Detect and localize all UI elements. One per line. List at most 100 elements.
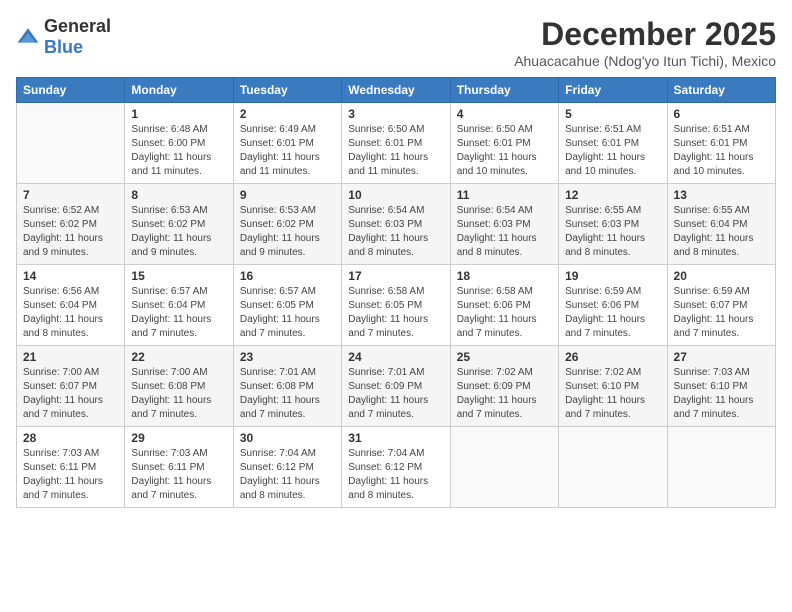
- calendar-cell: 28Sunrise: 7:03 AMSunset: 6:11 PMDayligh…: [17, 427, 125, 508]
- calendar-week-row: 28Sunrise: 7:03 AMSunset: 6:11 PMDayligh…: [17, 427, 776, 508]
- sunrise-text: Sunrise: 7:01 AM: [348, 367, 424, 378]
- sunset-text: Sunset: 6:09 PM: [457, 381, 531, 392]
- column-header-saturday: Saturday: [667, 78, 775, 103]
- sunrise-text: Sunrise: 6:58 AM: [457, 286, 533, 297]
- daylight-text: Daylight: 11 hours and 8 minutes.: [348, 476, 428, 501]
- day-number: 11: [457, 188, 552, 202]
- sunrise-text: Sunrise: 6:53 AM: [240, 205, 316, 216]
- calendar-cell: [450, 427, 558, 508]
- calendar-cell: 14Sunrise: 6:56 AMSunset: 6:04 PMDayligh…: [17, 265, 125, 346]
- sunset-text: Sunset: 6:02 PM: [131, 219, 205, 230]
- sunrise-text: Sunrise: 6:50 AM: [457, 124, 533, 135]
- calendar-cell: [17, 103, 125, 184]
- day-info: Sunrise: 7:01 AMSunset: 6:09 PMDaylight:…: [348, 366, 443, 422]
- day-number: 22: [131, 350, 226, 364]
- daylight-text: Daylight: 11 hours and 9 minutes.: [131, 233, 211, 258]
- sunrise-text: Sunrise: 6:59 AM: [565, 286, 641, 297]
- calendar-cell: 1Sunrise: 6:48 AMSunset: 6:00 PMDaylight…: [125, 103, 233, 184]
- daylight-text: Daylight: 11 hours and 10 minutes.: [674, 152, 754, 177]
- daylight-text: Daylight: 11 hours and 8 minutes.: [457, 233, 537, 258]
- calendar-cell: 25 Sunrise: 7:02 AMSunset: 6:09 PMDayligh…: [450, 346, 558, 427]
- sunrise-text: Sunrise: 6:55 AM: [565, 205, 641, 216]
- sunset-text: Sunset: 6:10 PM: [565, 381, 639, 392]
- sunrise-text: Sunrise: 6:54 AM: [457, 205, 533, 216]
- logo-general: General: [44, 16, 111, 36]
- calendar-cell: 24Sunrise: 7:01 AMSunset: 6:09 PMDayligh…: [342, 346, 450, 427]
- day-info: Sunrise: 6:49 AMSunset: 6:01 PMDaylight:…: [240, 123, 335, 179]
- calendar-cell: 5Sunrise: 6:51 AMSunset: 6:01 PMDaylight…: [559, 103, 667, 184]
- calendar-cell: 16Sunrise: 6:57 AMSunset: 6:05 PMDayligh…: [233, 265, 341, 346]
- day-number: 26: [565, 350, 660, 364]
- sunset-text: Sunset: 6:05 PM: [348, 300, 422, 311]
- day-number: 15: [131, 269, 226, 283]
- column-header-sunday: Sunday: [17, 78, 125, 103]
- day-number: 4: [457, 107, 552, 121]
- sunrise-text: Sunrise: 7:04 AM: [348, 448, 424, 459]
- sunset-text: Sunset: 6:08 PM: [240, 381, 314, 392]
- day-number: 7: [23, 188, 118, 202]
- sunrise-text: Sunrise: 7:01 AM: [240, 367, 316, 378]
- calendar-week-row: 7 Sunrise: 6:52 AM Sunset: 6:02 PM Daylight…: [17, 184, 776, 265]
- location-title: Ahuacacahue (Ndog'yo Itun Tichi), Mexico: [514, 53, 776, 69]
- column-header-wednesday: Wednesday: [342, 78, 450, 103]
- sunrise-text: Sunrise: 6:48 AM: [131, 124, 207, 135]
- day-info: Sunrise: 6:53 AMSunset: 6:02 PMDaylight:…: [240, 204, 335, 260]
- daylight-text: Daylight: 11 hours and 7 minutes.: [23, 395, 103, 420]
- sunset-text: Sunset: 6:04 PM: [131, 300, 205, 311]
- sunset-text: Sunset: 6:01 PM: [457, 138, 531, 149]
- daylight-text: Daylight: 11 hours and 9 minutes.: [23, 233, 103, 258]
- day-number: 28: [23, 431, 118, 445]
- logo: General Blue: [16, 16, 111, 58]
- day-number: 10: [348, 188, 443, 202]
- sunset-text: Sunset: 6:03 PM: [348, 219, 422, 230]
- daylight-text: Daylight: 11 hours and 7 minutes.: [674, 395, 754, 420]
- sunset-text: Sunset: 6:12 PM: [348, 462, 422, 473]
- daylight-text: Daylight: 11 hours and 11 minutes.: [240, 152, 320, 177]
- logo-text: General Blue: [44, 16, 111, 58]
- day-number: 13: [674, 188, 769, 202]
- daylight-text: Daylight: 11 hours and 7 minutes.: [131, 395, 211, 420]
- daylight-text: Daylight: 11 hours and 8 minutes.: [240, 476, 320, 501]
- sunset-text: Sunset: 6:01 PM: [240, 138, 314, 149]
- sunrise-text: Sunrise: 6:58 AM: [348, 286, 424, 297]
- daylight-text: Daylight: 11 hours and 8 minutes.: [23, 314, 103, 339]
- day-number: 25: [457, 350, 552, 364]
- day-info: Sunrise: 7:00 AM Sunset: 6:08 PM Daylight:…: [131, 366, 226, 422]
- day-number: 20: [674, 269, 769, 283]
- daylight-text: Daylight: 11 hours and 8 minutes.: [565, 233, 645, 258]
- day-info: Sunrise: 6:57 AMSunset: 6:05 PMDaylight:…: [240, 285, 335, 341]
- daylight-text: Daylight: 11 hours and 7 minutes.: [240, 395, 320, 420]
- page-header: General Blue December 2025 Ahuacacahue (…: [16, 16, 776, 69]
- calendar-cell: 30Sunrise: 7:04 AMSunset: 6:12 PMDayligh…: [233, 427, 341, 508]
- day-info: Sunrise: 6:59 AMSunset: 6:06 PMDaylight:…: [565, 285, 660, 341]
- day-number: 1: [131, 107, 226, 121]
- sunrise-text: Sunrise: 6:52 AM: [23, 205, 99, 216]
- sunrise-text: Sunrise: 6:53 AM: [131, 205, 207, 216]
- sunset-text: Sunset: 6:11 PM: [23, 462, 96, 473]
- day-info: Sunrise: 7:02 AMSunset: 6:09 PMDaylight:…: [457, 366, 552, 422]
- sunset-text: Sunset: 6:12 PM: [240, 462, 314, 473]
- day-number: 17: [348, 269, 443, 283]
- calendar-week-row: 21Sunrise: 7:00 AMSunset: 6:07 PMDayligh…: [17, 346, 776, 427]
- day-info: Sunrise: 6:55 AMSunset: 6:04 PMDaylight:…: [674, 204, 769, 260]
- sunset-text: Sunset: 6:08 PM: [131, 381, 205, 392]
- calendar-cell: 9Sunrise: 6:53 AMSunset: 6:02 PMDaylight…: [233, 184, 341, 265]
- calendar-cell: 6Sunrise: 6:51 AMSunset: 6:01 PMDaylight…: [667, 103, 775, 184]
- day-info: Sunrise: 6:56 AMSunset: 6:04 PMDaylight:…: [23, 285, 118, 341]
- calendar-cell: [559, 427, 667, 508]
- month-title: December 2025: [514, 16, 776, 53]
- sunrise-text: Sunrise: 7:00 AM: [131, 367, 207, 378]
- day-info: Sunrise: 7:04 AM Sunset: 6:12 PM Daylight:…: [348, 447, 443, 503]
- calendar-cell: 27Sunrise: 7:03 AMSunset: 6:10 PMDayligh…: [667, 346, 775, 427]
- sunrise-text: Sunrise: 7:03 AM: [131, 448, 207, 459]
- day-info: Sunrise: 7:03 AMSunset: 6:11 PMDaylight:…: [131, 447, 226, 503]
- day-info: Sunrise: 6:54 AMSunset: 6:03 PMDaylight:…: [348, 204, 443, 260]
- column-header-monday: Monday: [125, 78, 233, 103]
- sunset-text: Sunset: 6:05 PM: [240, 300, 314, 311]
- day-number: 5: [565, 107, 660, 121]
- day-info: Sunrise: 6:54 AMSunset: 6:03 PMDaylight:…: [457, 204, 552, 260]
- day-number: 6: [674, 107, 769, 121]
- sunrise-text: Sunrise: 6:56 AM: [23, 286, 99, 297]
- day-info: Sunrise: 7:02 AMSunset: 6:10 PMDaylight:…: [565, 366, 660, 422]
- sunset-text: Sunset: 6:07 PM: [674, 300, 748, 311]
